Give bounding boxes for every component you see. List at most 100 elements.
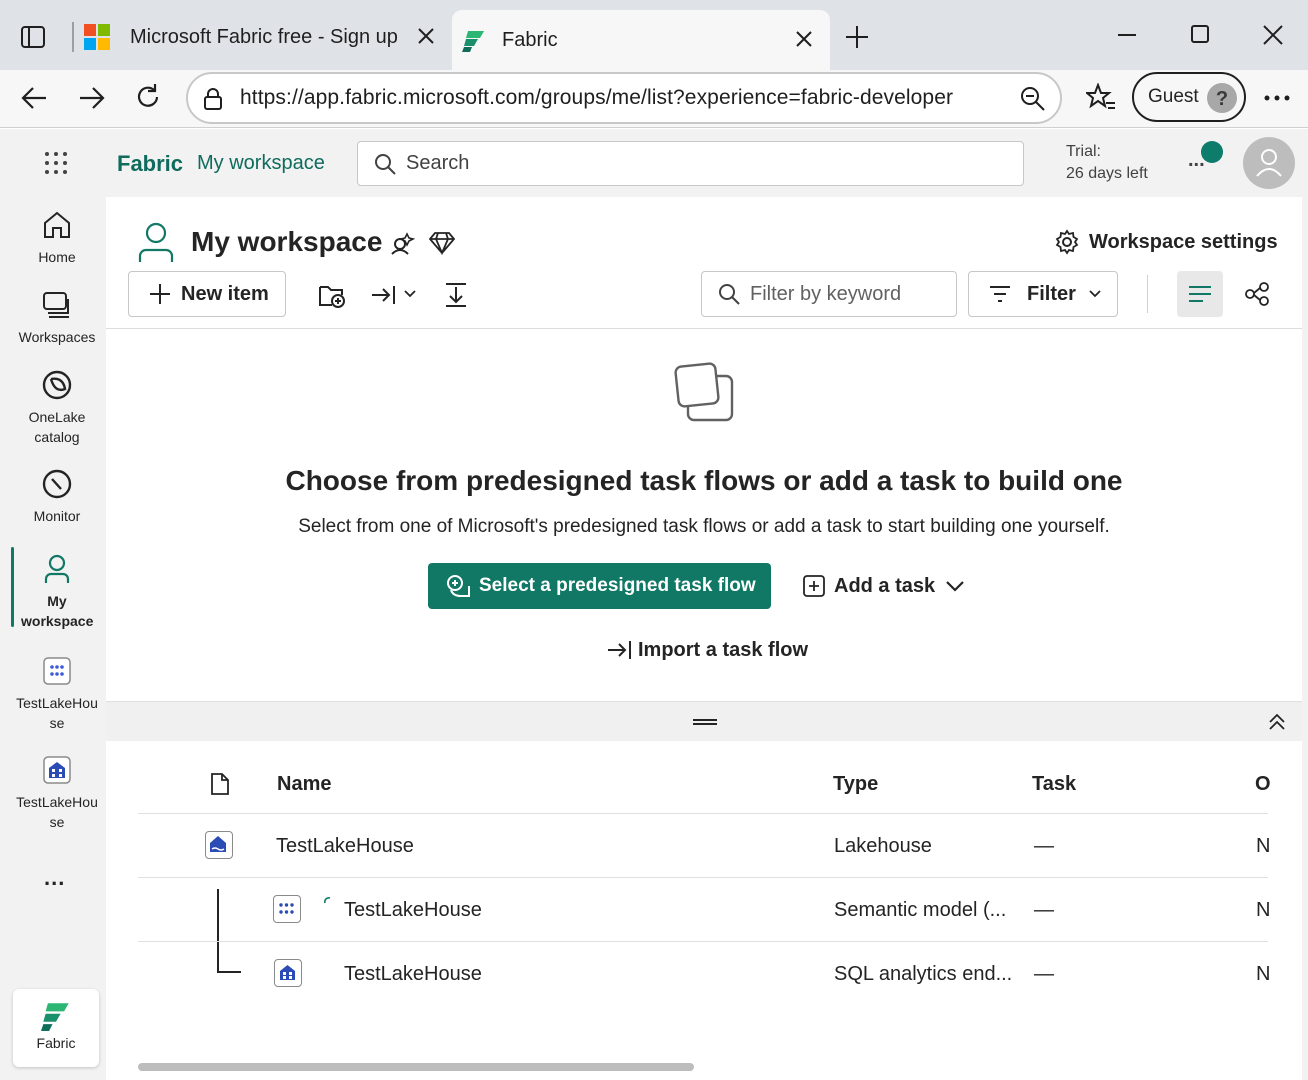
collapse-up-icon[interactable] [1267, 712, 1287, 732]
account-avatar[interactable] [1242, 136, 1296, 190]
minimize-icon[interactable] [1116, 24, 1138, 46]
onelake-catalog-icon [41, 369, 73, 401]
fabric-logo-icon [41, 1001, 71, 1031]
add-task-label: Add a task [834, 574, 936, 597]
nav-onelake-catalog[interactable]: OneLake catalog [8, 369, 106, 447]
add-task-button[interactable]: Add a task [802, 574, 965, 598]
item-type: Lakehouse [834, 835, 932, 857]
column-header-task[interactable]: Task [1032, 773, 1076, 796]
app-launcher-icon[interactable] [44, 151, 68, 175]
home-icon [41, 209, 73, 241]
app-brand[interactable]: Fabric [117, 151, 183, 177]
item-owner: N [1256, 963, 1271, 985]
item-name[interactable]: TestLakeHouse [276, 835, 414, 858]
workspace-identity-icon[interactable] [389, 230, 415, 256]
search-icon [718, 283, 740, 305]
chevron-down-icon [945, 580, 965, 592]
nav-home[interactable]: Home [8, 209, 106, 267]
nav-my-workspace[interactable]: My workspace [8, 553, 106, 631]
filter-keyword-input[interactable]: Filter by keyword [701, 271, 957, 317]
close-window-icon[interactable] [1262, 24, 1284, 46]
task-flow-icon [445, 574, 471, 598]
import-icon[interactable] [370, 283, 396, 307]
tab-actions-icon[interactable] [20, 24, 46, 50]
profile-label: Guest [1148, 86, 1199, 107]
semantic-model-icon [41, 655, 73, 687]
loading-spinner-icon [323, 896, 333, 906]
browser-address-bar: https://app.fabric.microsoft.com/groups/… [0, 70, 1308, 128]
nav-testlakehouse-sql[interactable]: TestLakeHouse [8, 754, 106, 832]
list-view-button[interactable] [1177, 271, 1223, 317]
address-bar[interactable]: https://app.fabric.microsoft.com/groups/… [186, 72, 1062, 124]
column-header-type[interactable]: Type [833, 773, 878, 796]
chevron-down-icon[interactable] [403, 289, 417, 299]
table-row[interactable] [138, 942, 1268, 1005]
plus-icon [149, 283, 171, 305]
experience-label: Fabric [36, 1035, 76, 1051]
url-text: https://app.fabric.microsoft.com/groups/… [240, 86, 954, 109]
window-right-border [1302, 129, 1308, 1080]
forward-icon[interactable] [78, 84, 106, 112]
chevron-down-icon [1088, 289, 1102, 299]
import-task-flow-link[interactable]: Import a task flow [606, 638, 808, 662]
workspace-settings-button[interactable]: Workspace settings [1054, 229, 1278, 255]
horizontal-scrollbar[interactable] [138, 1063, 694, 1071]
nav-label: Workspaces [18, 329, 96, 345]
drag-handle-icon[interactable] [692, 718, 718, 726]
select-task-flow-button[interactable]: Select a predesigned task flow [428, 563, 771, 609]
table-row[interactable] [138, 878, 1268, 941]
search-icon [374, 153, 396, 175]
add-square-icon [802, 574, 826, 598]
premium-diamond-icon[interactable] [429, 231, 455, 255]
global-search-input[interactable]: Search [357, 141, 1024, 186]
tab-title: Fabric [502, 28, 558, 51]
close-tab-icon[interactable] [794, 29, 814, 49]
select-task-flow-label: Select a predesigned task flow [479, 575, 756, 596]
filter-label: Filter [1027, 282, 1076, 305]
lineage-view-icon[interactable] [1244, 282, 1270, 306]
nav-label: TestLakeHouse [16, 794, 98, 830]
nav-label: My workspace [21, 593, 94, 629]
new-item-button[interactable]: New item [128, 271, 286, 317]
workspace-person-icon [138, 222, 174, 264]
new-tab-icon[interactable] [844, 24, 870, 50]
column-header-name[interactable]: Name [277, 773, 331, 796]
nav-monitor[interactable]: Monitor [8, 468, 106, 526]
close-tab-icon[interactable] [416, 26, 436, 46]
zoom-icon[interactable] [1020, 86, 1046, 112]
filter-button[interactable]: Filter [968, 271, 1118, 317]
nav-label: OneLake catalog [28, 409, 86, 445]
refresh-icon[interactable] [134, 83, 162, 111]
nav-testlakehouse-semantic[interactable]: TestLakeHouse [8, 655, 106, 733]
column-header-owner[interactable]: O [1255, 773, 1271, 796]
export-download-icon[interactable] [444, 282, 468, 308]
browser-menu-icon[interactable] [1264, 95, 1292, 101]
experience-switcher[interactable]: Fabric [13, 989, 99, 1067]
app-header: Fabric My workspace Search Trial: 26 day… [0, 129, 1308, 197]
item-owner: N [1256, 899, 1271, 921]
back-icon[interactable] [20, 84, 48, 112]
item-task: — [1034, 899, 1054, 921]
microsoft-logo-icon [84, 24, 110, 50]
workspaces-icon [41, 289, 73, 321]
item-name[interactable]: TestLakeHouse [344, 963, 482, 986]
profile-button[interactable]: Guest ? [1132, 72, 1246, 122]
sql-endpoint-icon [274, 959, 302, 987]
new-item-label: New item [181, 282, 269, 305]
item-owner: N [1256, 835, 1271, 857]
maximize-icon[interactable] [1190, 24, 1210, 44]
breadcrumb-workspace[interactable]: My workspace [197, 152, 325, 175]
nav-more[interactable]: ... [44, 865, 65, 891]
person-icon [41, 553, 73, 585]
item-name[interactable]: TestLakeHouse [344, 899, 482, 922]
tab-title: Microsoft Fabric free - Sign up [130, 25, 398, 48]
site-info-icon[interactable] [202, 87, 224, 111]
tab-fabric[interactable]: Fabric [452, 10, 830, 70]
item-type: Semantic model (... [834, 899, 1007, 921]
nav-workspaces[interactable]: Workspaces [8, 289, 106, 347]
tab-fabric-signup[interactable]: Microsoft Fabric free - Sign up [76, 12, 448, 62]
favorites-icon[interactable] [1086, 83, 1116, 111]
pane-resize-bar[interactable] [106, 701, 1302, 741]
tab-separator [72, 22, 74, 52]
new-folder-icon[interactable] [318, 283, 346, 309]
